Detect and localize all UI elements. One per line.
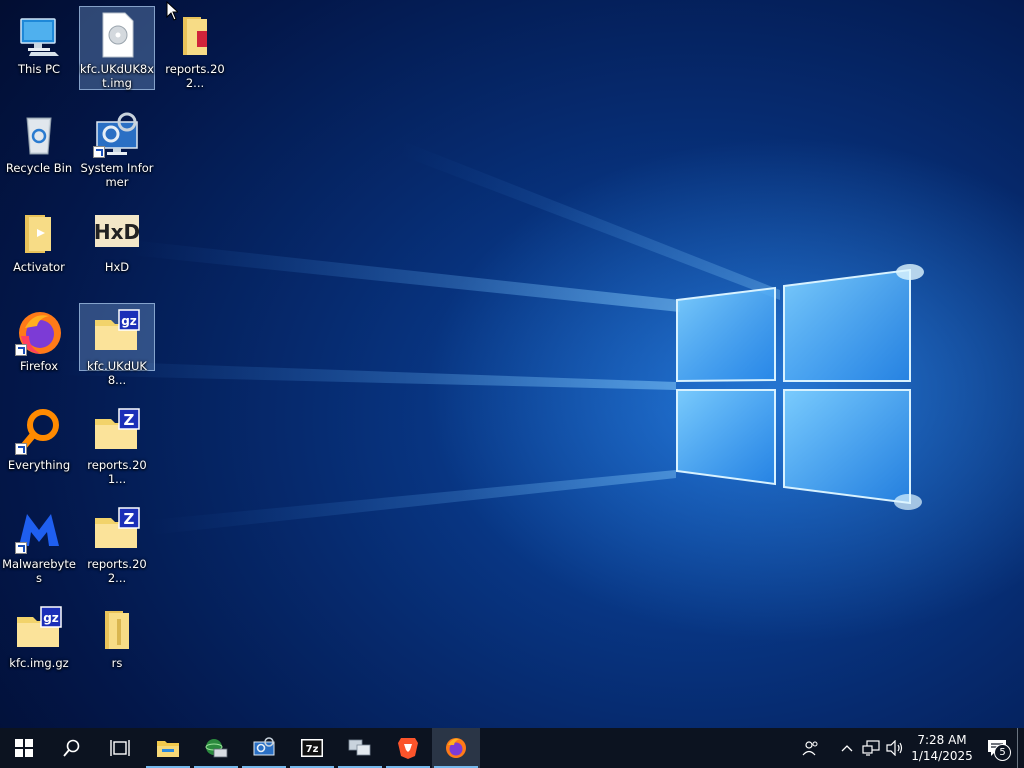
desktop-icon-label: Firefox bbox=[19, 359, 59, 373]
network-icon bbox=[862, 740, 880, 756]
shortcut-arrow-icon bbox=[93, 146, 105, 158]
clock[interactable]: 7:28 AM 1/14/2025 bbox=[907, 732, 977, 764]
shortcut-arrow-icon bbox=[15, 542, 27, 554]
desktop-icon-label: System Informer bbox=[80, 161, 154, 189]
desktop-icon-label: This PC bbox=[17, 62, 61, 76]
desktop-icon-recycle-bin[interactable]: Recycle Bin bbox=[1, 105, 77, 191]
recycle-bin-icon bbox=[15, 110, 63, 158]
system-tray: 7:28 AM 1/14/2025 5 bbox=[799, 728, 1024, 768]
brave-browser-icon bbox=[398, 738, 418, 759]
z-badge-text: Z bbox=[124, 411, 135, 429]
show-desktop-button[interactable] bbox=[1017, 728, 1024, 768]
task-view-icon bbox=[110, 740, 130, 756]
gz-archive-icon: gz bbox=[93, 308, 141, 356]
desktop-icon-firefox[interactable]: Firefox bbox=[1, 303, 77, 389]
desktop-icon-label: reports.201... bbox=[87, 458, 147, 486]
desktop-icon-this-pc[interactable]: This PC bbox=[1, 6, 77, 92]
clock-date: 1/14/2025 bbox=[911, 749, 973, 763]
malwarebytes-icon bbox=[15, 506, 63, 554]
system-informer-icon bbox=[93, 110, 141, 158]
start-button[interactable] bbox=[0, 728, 48, 768]
hxd-glyph: HxD bbox=[94, 220, 140, 244]
search-icon bbox=[63, 739, 80, 757]
desktop: This PC Recycle Bin Activator Firefox Ev… bbox=[0, 0, 1024, 728]
desktop-icon-label: Malwarebytes bbox=[2, 557, 76, 585]
desktop-icon-reports-202-zip[interactable]: Z reports.202... bbox=[79, 501, 155, 587]
volume-button[interactable] bbox=[883, 728, 907, 768]
hxd-icon: HxD bbox=[93, 209, 141, 257]
taskbar-file-explorer[interactable] bbox=[144, 728, 192, 768]
computers-icon bbox=[348, 739, 371, 756]
zip-archive-icon: Z bbox=[93, 407, 141, 455]
network-status-button[interactable] bbox=[859, 728, 883, 768]
taskbar: 7z 7:28 AM 1/14/2025 5 bbox=[0, 728, 1024, 768]
desktop-icon-label: kfc.UKdUK8... bbox=[87, 359, 147, 387]
desktop-icon-label: Activator bbox=[13, 260, 65, 274]
everything-search-icon bbox=[15, 407, 63, 455]
desktop-icon-label: kfc.UKdUK8xt.img bbox=[79, 62, 155, 90]
desktop-icon-label: kfc.img.gz bbox=[9, 656, 69, 670]
network-globe-icon bbox=[205, 739, 228, 758]
firefox-icon bbox=[446, 738, 466, 758]
system-informer-icon bbox=[253, 737, 275, 756]
computer-icon bbox=[15, 11, 63, 59]
taskbar-firefox[interactable] bbox=[432, 728, 480, 768]
desktop-icon-system-informer[interactable]: System Informer bbox=[79, 105, 155, 191]
sevenzip-icon: 7z bbox=[301, 739, 323, 757]
file-explorer-icon bbox=[157, 741, 179, 757]
taskbar-remote-app[interactable] bbox=[336, 728, 384, 768]
zip-archive-icon: Z bbox=[93, 506, 141, 554]
desktop-icon-kfc-gz-archive[interactable]: gz kfc.UKdUK8... bbox=[79, 303, 155, 387]
desktop-icon-label: reports.202... bbox=[87, 557, 147, 585]
task-view-button[interactable] bbox=[96, 728, 144, 768]
people-icon bbox=[802, 741, 818, 756]
desktop-icon-rs[interactable]: rs bbox=[79, 600, 155, 686]
chevron-up-icon bbox=[841, 745, 853, 752]
folder-icon bbox=[93, 605, 141, 653]
action-center-button[interactable]: 5 bbox=[977, 728, 1017, 768]
desktop-icon-label: reports.202... bbox=[165, 62, 225, 90]
taskbar-system-informer[interactable] bbox=[240, 728, 288, 768]
desktop-icon-label: Recycle Bin bbox=[5, 161, 73, 175]
desktop-icon-label: Everything bbox=[7, 458, 71, 472]
disk-image-file-icon bbox=[93, 11, 141, 59]
desktop-icon-reports-201[interactable]: Z reports.201... bbox=[79, 402, 155, 488]
show-hidden-icons-button[interactable] bbox=[835, 728, 859, 768]
gz-badge-text: gz bbox=[43, 611, 59, 625]
desktop-icon-everything[interactable]: Everything bbox=[1, 402, 77, 488]
mouse-cursor-icon bbox=[166, 1, 178, 21]
taskbar-7zip[interactable]: 7z bbox=[288, 728, 336, 768]
folder-icon bbox=[15, 209, 63, 257]
gz-archive-icon: gz bbox=[15, 605, 63, 653]
gz-badge-text: gz bbox=[121, 314, 137, 328]
firefox-icon bbox=[15, 308, 63, 356]
desktop-icon-kfc-img[interactable]: kfc.UKdUK8xt.img bbox=[79, 6, 155, 90]
clock-time: 7:28 AM bbox=[917, 733, 967, 747]
desktop-icon-malwarebytes[interactable]: Malwarebytes bbox=[1, 501, 77, 587]
windows-start-icon bbox=[15, 739, 33, 757]
sevenzip-label: 7z bbox=[306, 744, 319, 755]
desktop-icon-label: rs bbox=[111, 656, 123, 670]
desktop-icon-hxd[interactable]: HxD HxD bbox=[79, 204, 155, 290]
folder-icon bbox=[171, 11, 219, 59]
desktop-icon-label: HxD bbox=[104, 260, 130, 274]
z-badge-text: Z bbox=[124, 510, 135, 528]
people-button[interactable] bbox=[799, 728, 823, 768]
shortcut-arrow-icon bbox=[15, 344, 27, 356]
taskbar-brave[interactable] bbox=[384, 728, 432, 768]
desktop-icon-kfc-img-gz[interactable]: gz kfc.img.gz bbox=[1, 600, 77, 686]
notification-count-badge: 5 bbox=[994, 744, 1011, 761]
desktop-icon-activator[interactable]: Activator bbox=[1, 204, 77, 290]
taskbar-network-app[interactable] bbox=[192, 728, 240, 768]
shortcut-arrow-icon bbox=[15, 443, 27, 455]
search-button[interactable] bbox=[48, 728, 96, 768]
speaker-icon bbox=[886, 740, 903, 756]
